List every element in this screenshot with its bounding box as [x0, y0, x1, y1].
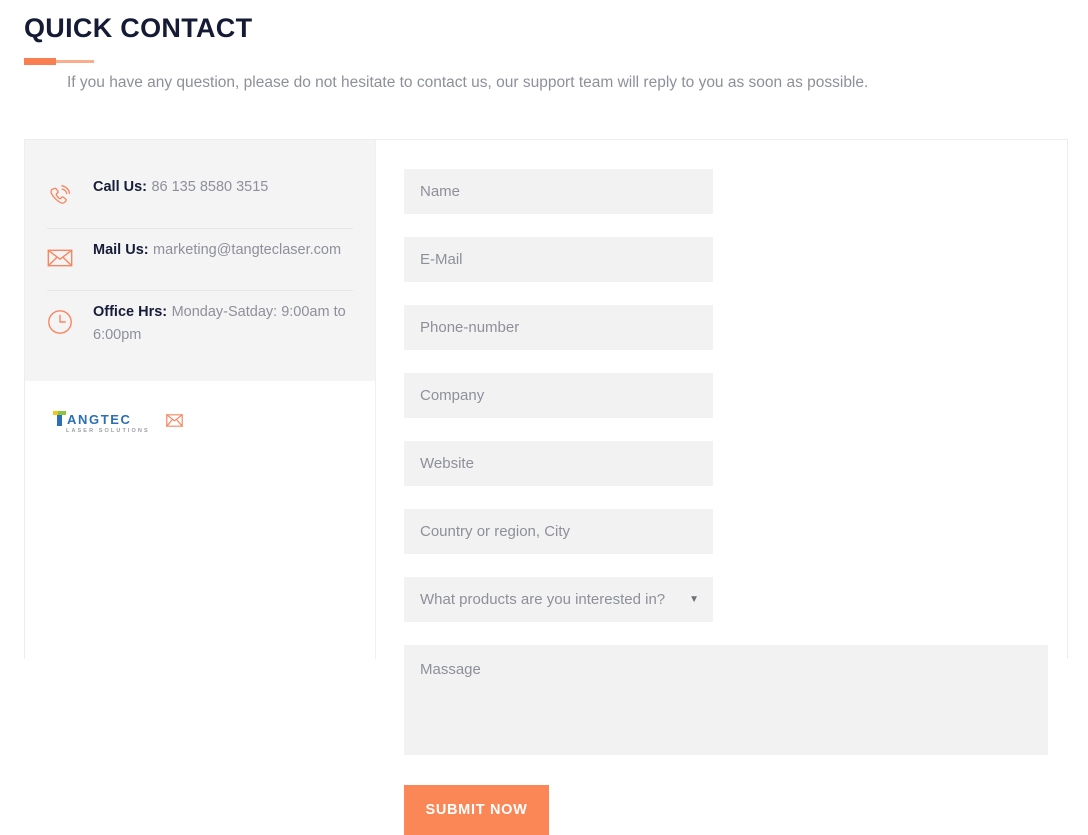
- brand-wordmark: ANGTEC: [53, 411, 150, 426]
- contact-info-card: Call Us: 86 135 8580 3515 Mail Us: marke…: [25, 140, 375, 381]
- contact-info-label: Call Us:: [93, 179, 147, 195]
- mail-icon: [47, 237, 93, 269]
- field-company: [404, 373, 713, 418]
- contact-info-item-mail: Mail Us: marketing@tangteclaser.com: [47, 228, 353, 290]
- field-product-interest: What products are you interested in? ▼: [404, 577, 713, 622]
- contact-info-column: Call Us: 86 135 8580 3515 Mail Us: marke…: [25, 140, 376, 659]
- contact-info-text: Office Hrs: Monday-Satday: 9:00am to 6:0…: [93, 299, 353, 347]
- contact-info-text: Call Us: 86 135 8580 3515: [93, 174, 268, 199]
- message-textarea[interactable]: [404, 645, 1048, 755]
- country-input[interactable]: [404, 509, 713, 554]
- submit-button[interactable]: SUBMIT NOW: [404, 785, 549, 835]
- field-website: [404, 441, 713, 486]
- page-title: QUICK CONTACT: [24, 13, 253, 43]
- field-name: [404, 169, 713, 214]
- field-country: [404, 509, 713, 554]
- tangtec-logo[interactable]: ANGTEC LASER SOLUTIONS: [53, 411, 150, 435]
- contact-info-item-hours: Office Hrs: Monday-Satday: 9:00am to 6:0…: [47, 290, 353, 356]
- phone-icon: [47, 174, 93, 210]
- clock-icon: [47, 299, 93, 335]
- contact-form-column: What products are you interested in? ▼ S…: [376, 140, 1067, 835]
- page-header: QUICK CONTACT If you have any question, …: [0, 0, 1088, 94]
- field-message: [404, 645, 1048, 755]
- website-input[interactable]: [404, 441, 713, 486]
- phone-input[interactable]: [404, 305, 713, 350]
- brand-row: ANGTEC LASER SOLUTIONS: [25, 381, 375, 435]
- name-input[interactable]: [404, 169, 713, 214]
- field-email: [404, 237, 713, 282]
- contact-info-label: Office Hrs:: [93, 304, 168, 320]
- contact-info-value: marketing@tangteclaser.com: [153, 242, 342, 258]
- company-input[interactable]: [404, 373, 713, 418]
- contact-info-label: Mail Us:: [93, 242, 149, 258]
- product-select-wrapper: What products are you interested in? ▼: [404, 577, 713, 622]
- product-interest-select[interactable]: What products are you interested in?: [404, 577, 713, 622]
- envelope-icon[interactable]: [165, 413, 183, 432]
- title-accent-bar: [24, 57, 94, 65]
- brand-tagline: LASER SOLUTIONS: [66, 428, 150, 434]
- brand-wordmark-text: ANGTEC: [67, 412, 132, 427]
- email-input[interactable]: [404, 237, 713, 282]
- contact-info-item-call: Call Us: 86 135 8580 3515: [47, 166, 353, 228]
- contact-form: What products are you interested in? ▼ S…: [404, 169, 1048, 835]
- field-phone: [404, 305, 713, 350]
- contact-info-text: Mail Us: marketing@tangteclaser.com: [93, 237, 341, 262]
- contact-info-value: 86 135 8580 3515: [151, 179, 269, 195]
- page-subtitle: If you have any question, please do not …: [67, 73, 869, 91]
- contact-panel: Call Us: 86 135 8580 3515 Mail Us: marke…: [24, 139, 1068, 835]
- brand-t-mark: [53, 411, 66, 426]
